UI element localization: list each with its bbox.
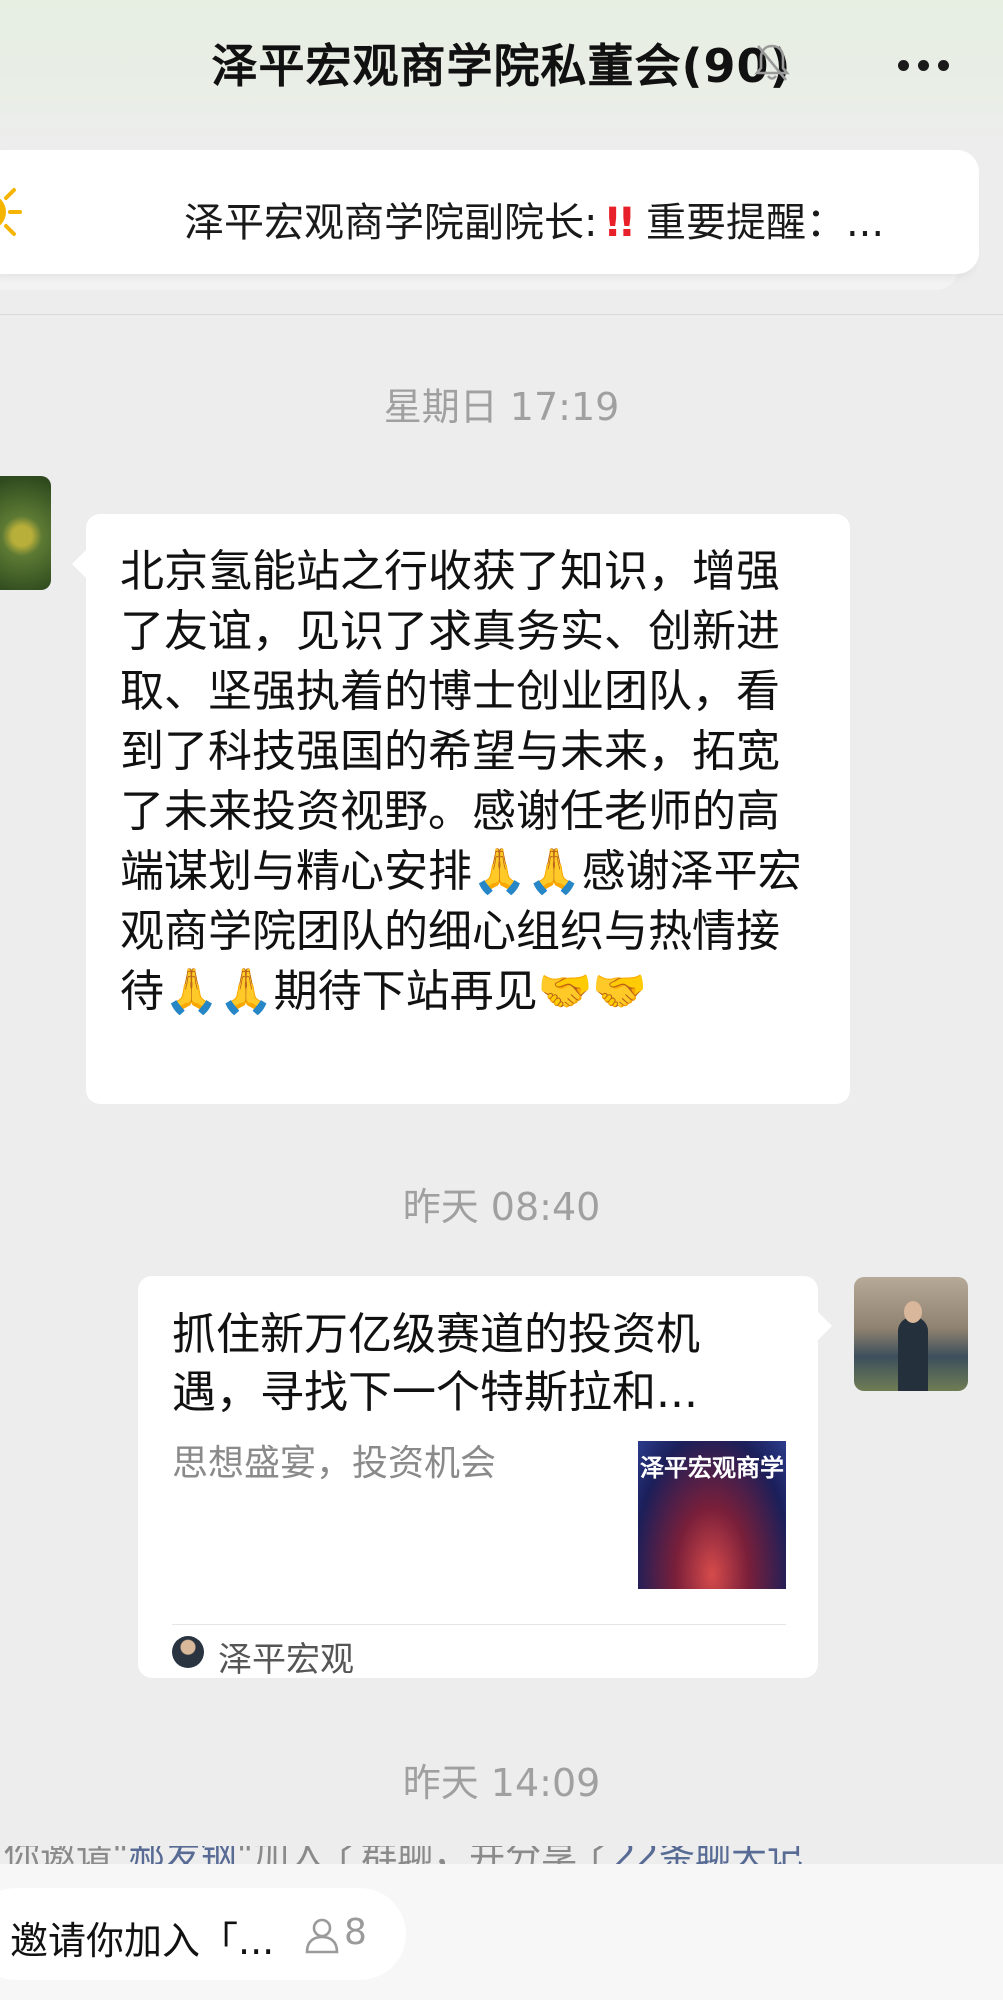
timestamp: 昨天 08:40 — [402, 1185, 601, 1229]
notice-middle: "加入了群聊，并分享了 — [237, 1846, 614, 1864]
pinned-announcement[interactable]: 泽平宏观商学院副院长:!! 重要提醒：... — [0, 150, 979, 274]
card-thumbnail: 泽平宏观商学 — [638, 1441, 786, 1589]
group-invite-pill[interactable]: 邀请你加入「... 8 — [0, 1888, 406, 1980]
chat-history-link[interactable]: 22条聊天记 — [613, 1846, 803, 1864]
message-bubble[interactable]: 北京氢能站之行收获了知识，增强了友谊，见识了求真务实、创新进取、坚强执着的博士创… — [72, 514, 850, 1104]
shared-article-card[interactable]: 抓住新万亿级赛道的投资机遇，寻找下一个特斯拉和... 思想盛宴，投资机会 泽平宏… — [138, 1276, 832, 1680]
person-icon — [305, 1918, 339, 1954]
chat-title[interactable]: 泽平宏观商学院私董会(90) — [0, 30, 1003, 96]
more-button[interactable] — [896, 52, 952, 76]
sun-icon — [0, 188, 22, 236]
mute-bell-icon — [754, 44, 790, 81]
system-notice: 你邀请"郝发钢"加入了群聊，并分享了22条聊天记 — [0, 1846, 1003, 1864]
chat-header: 泽平宏观商学院私董会(90) — [0, 0, 1003, 150]
pinned-sender: 泽平宏观商学院副院长: — [184, 200, 598, 246]
bottom-bar: 邀请你加入「... 8 — [0, 1864, 1003, 2000]
notice-prefix: 你邀请" — [4, 1846, 129, 1864]
card-source: 泽平宏观 — [218, 1640, 354, 1680]
source-avatar — [172, 1636, 204, 1668]
pinned-message: 重要提醒：... — [645, 200, 885, 246]
invitee-link[interactable]: 郝发钢 — [129, 1846, 237, 1864]
timestamp: 昨天 14:09 — [402, 1761, 601, 1805]
timestamp: 星期日 17:19 — [383, 385, 620, 429]
message-text: 北京氢能站之行收获了知识，增强了友谊，见识了求真务实、创新进取、坚强执着的博士创… — [120, 546, 802, 1017]
card-description: 思想盛宴，投资机会 — [172, 1443, 497, 1484]
warning-icon: !! — [603, 200, 636, 246]
member-count: 8 — [344, 1912, 367, 1953]
invite-text: 邀请你加入「... — [10, 1919, 275, 1963]
card-separator — [172, 1624, 786, 1625]
card-title: 抓住新万亿级赛道的投资机遇，寻找下一个特斯拉和... — [172, 1309, 700, 1418]
pinned-text: 泽平宏观商学院副院长:!! 重要提醒：... — [184, 190, 884, 248]
sender-avatar[interactable] — [0, 476, 51, 590]
my-avatar[interactable] — [854, 1277, 968, 1391]
divider — [0, 314, 1003, 315]
thumbnail-text: 泽平宏观商学 — [640, 1454, 784, 1482]
